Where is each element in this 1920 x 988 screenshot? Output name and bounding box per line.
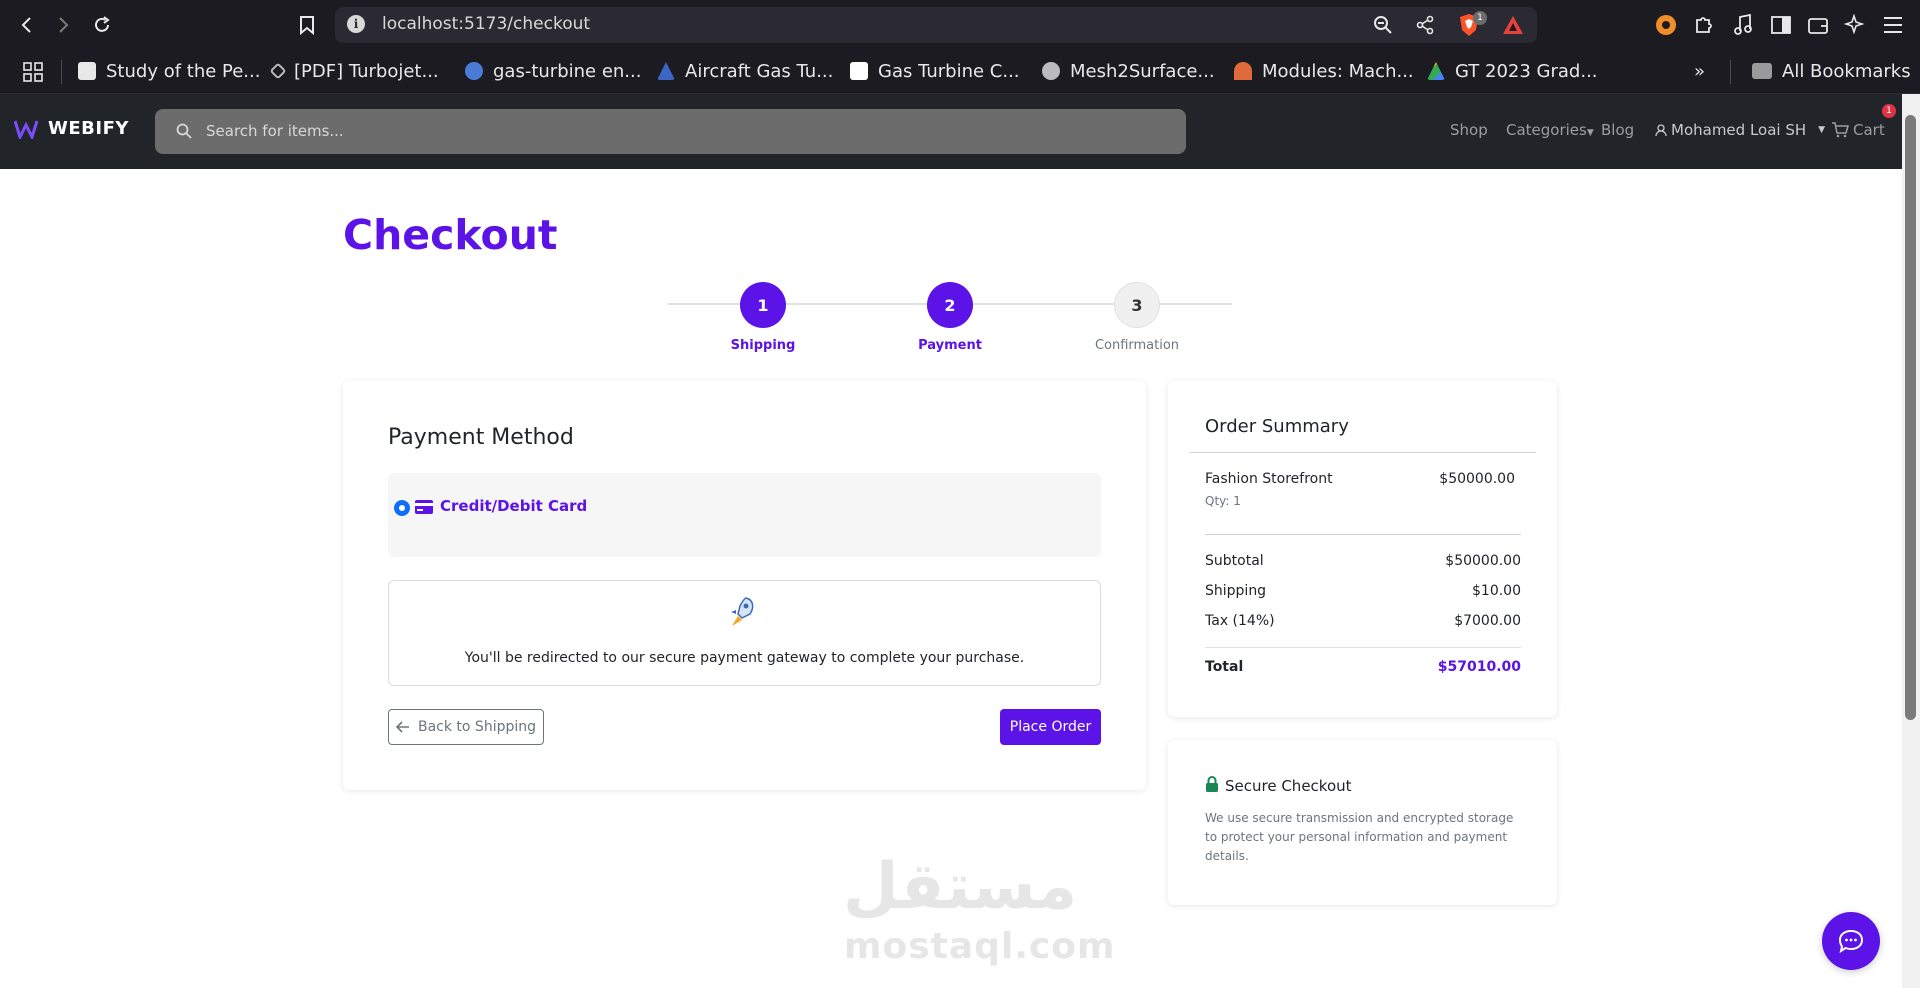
menu-icon[interactable]: [1880, 12, 1906, 38]
shipping-value: $10.00: [1472, 583, 1521, 599]
folder-icon: [1752, 63, 1772, 79]
bookmark-item[interactable]: Study of the Pe...: [78, 56, 260, 86]
step-1-label: Shipping: [730, 338, 796, 353]
bookmark-item[interactable]: Mesh2Surface...: [1042, 56, 1215, 86]
secure-checkout-title: Secure Checkout: [1225, 777, 1352, 795]
watermark-text: mostaql.com: [844, 926, 1116, 967]
sidebar-icon[interactable]: [1768, 12, 1794, 38]
item-price: $50000.00: [1439, 471, 1515, 487]
search-placeholder: Search for items...: [206, 122, 344, 140]
payment-method-title: Payment Method: [388, 425, 574, 450]
nav-blog-link[interactable]: Blog: [1601, 121, 1634, 139]
nav-shop-link[interactable]: Shop: [1450, 121, 1488, 139]
back-arrow-icon[interactable]: [12, 10, 42, 40]
total-value: $57010.00: [1437, 659, 1521, 675]
item-qty: Qty: 1: [1205, 494, 1241, 508]
total-label: Total: [1205, 659, 1244, 675]
summary-divider: [1190, 452, 1536, 453]
bookmarks-divider: [1730, 60, 1731, 84]
ai-sparkle-icon[interactable]: [1842, 12, 1868, 38]
lock-icon: [1206, 776, 1218, 792]
chat-bubble-icon: [1838, 929, 1864, 953]
subtotal-label: Subtotal: [1205, 553, 1264, 569]
bookmark-item[interactable]: GT 2023 Grad...: [1427, 56, 1598, 86]
brand-logo[interactable]: WEBIFY: [14, 118, 129, 139]
bookmark-favicon-icon: [657, 62, 675, 80]
bookmark-favicon-icon: [269, 62, 287, 80]
extension-leo-icon[interactable]: [1653, 12, 1679, 38]
arrow-left-icon: [395, 721, 409, 733]
bookmark-item[interactable]: gas-turbine en...: [465, 56, 641, 86]
caret-down-icon: ▼: [1586, 128, 1594, 138]
webify-logo-icon: [14, 120, 38, 139]
bookmark-favicon-icon: [78, 62, 96, 80]
back-to-shipping-button[interactable]: Back to Shipping: [388, 709, 544, 745]
shipping-label: Shipping: [1205, 583, 1267, 599]
summary-divider: [1205, 534, 1521, 535]
summary-divider: [1205, 647, 1521, 648]
drive-icon: [1427, 62, 1445, 80]
shield-badge: 1: [1473, 11, 1487, 25]
url-text[interactable]: localhost:5173/checkout: [382, 14, 590, 34]
apps-grid-icon[interactable]: [20, 59, 46, 85]
payment-option-card[interactable]: [388, 473, 1101, 557]
site-info-icon[interactable]: i: [347, 15, 365, 33]
rocket-icon: [731, 597, 754, 626]
tax-label: Tax (14%): [1205, 613, 1275, 629]
caret-down-icon: ▼: [1818, 125, 1826, 135]
redirect-text: You'll be redirected to our secure payme…: [464, 650, 1025, 666]
item-name: Fashion Storefront: [1205, 471, 1333, 487]
bookmark-favicon-icon: [850, 62, 868, 80]
brand-name: WEBIFY: [48, 118, 129, 139]
reload-icon[interactable]: [87, 10, 117, 40]
share-icon[interactable]: [1412, 12, 1438, 38]
user-icon: [1655, 123, 1667, 136]
bookmark-item[interactable]: Gas Turbine C...: [850, 56, 1020, 86]
bookmark-item[interactable]: [PDF] Turbojet...: [269, 56, 439, 86]
zoom-icon[interactable]: [1370, 12, 1396, 38]
step-3-label: Confirmation: [1094, 338, 1180, 353]
nav-categories-dropdown[interactable]: Categories▼: [1506, 121, 1594, 139]
bookmarks-overflow-button[interactable]: »: [1694, 56, 1705, 86]
extensions-puzzle-icon[interactable]: [1691, 12, 1717, 38]
cart-icon: [1832, 122, 1849, 138]
subtotal-value: $50000.00: [1445, 553, 1521, 569]
credit-card-icon: [415, 500, 433, 514]
payment-option-label[interactable]: Credit/Debit Card: [440, 497, 587, 515]
bookmark-icon[interactable]: [292, 10, 322, 40]
order-summary-title: Order Summary: [1205, 416, 1349, 437]
payment-radio[interactable]: [394, 500, 410, 516]
rewards-triangle-icon[interactable]: [1500, 12, 1526, 38]
secure-checkout-text: We use secure transmission and encrypted…: [1205, 811, 1514, 863]
bookmark-favicon-icon: [465, 62, 483, 80]
bookmarks-divider: [61, 60, 62, 84]
bookmark-item[interactable]: Modules: Mach...: [1234, 56, 1414, 86]
step-2-label: Payment: [918, 338, 982, 353]
search-icon: [176, 123, 192, 139]
bookmark-item[interactable]: Aircraft Gas Tu...: [657, 56, 833, 86]
place-order-button[interactable]: Place Order: [1000, 709, 1101, 745]
cart-link[interactable]: Cart: [1831, 121, 1885, 139]
step-2-circle: 2: [927, 282, 973, 328]
watermark-arabic: مستقل: [843, 850, 1078, 924]
cart-count-badge: 1: [1882, 104, 1896, 118]
page-title: Checkout: [343, 211, 558, 259]
user-menu-dropdown[interactable]: Mohamed Loai SH ▼: [1655, 121, 1825, 139]
chat-button[interactable]: [1822, 912, 1880, 970]
bookmark-favicon-icon: [1234, 62, 1252, 80]
step-1-circle: 1: [740, 282, 786, 328]
all-bookmarks-folder[interactable]: All Bookmarks: [1752, 56, 1911, 86]
scrollbar-thumb[interactable]: [1905, 115, 1916, 720]
tax-value: $7000.00: [1454, 613, 1521, 629]
forward-arrow-icon[interactable]: [48, 10, 78, 40]
music-icon[interactable]: [1730, 12, 1756, 38]
globe-icon: [1042, 62, 1060, 80]
step-3-circle: 3: [1114, 282, 1160, 328]
wallet-icon[interactable]: [1805, 12, 1831, 38]
